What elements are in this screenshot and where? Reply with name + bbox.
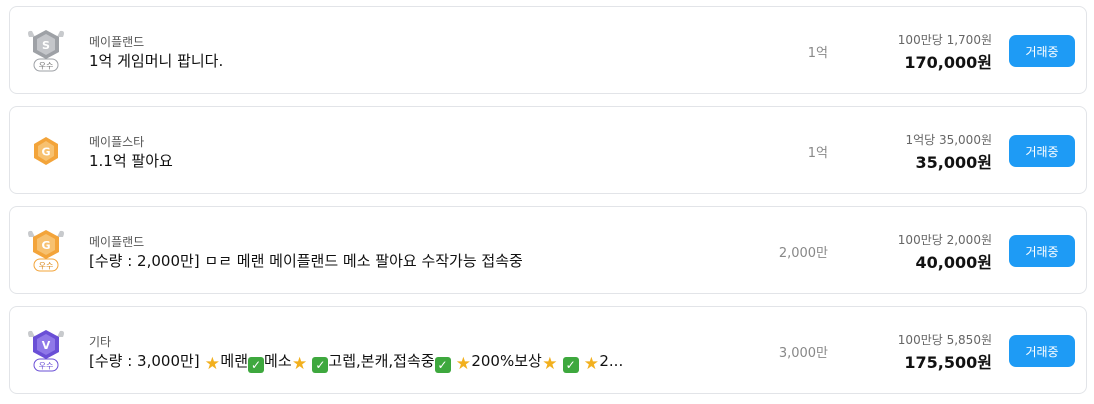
listing-category: 기타 [89,335,112,349]
listing-unit-price: 100만당 2,000원 [897,233,992,247]
listing-quantity: 1억 [807,146,828,161]
listing-title[interactable]: 1.1억 팔아요 [89,150,173,171]
trade-status-button[interactable]: 거래중 [1009,335,1075,367]
svg-text:우수: 우수 [39,62,54,71]
check-mark-emoji-icon: ✓ [248,357,265,373]
listing-category: 메이플스타 [89,135,145,149]
trade-status-button[interactable]: 거래중 [1009,135,1075,167]
grade-badge-gold-icon: G [26,127,66,173]
listing-category: 메이플랜드 [89,35,145,49]
title-text: 200%보상 [471,352,542,370]
grade-badge-silver-icon: S 우수 [26,27,66,73]
listing-price: 170,000원 [904,53,992,72]
listing-list: S 우수 메이플랜드 1억 게임머니 팝니다. 1억 100만당 1,700원 … [0,0,1094,404]
listing-quantity: 1억 [807,46,828,61]
svg-text:G: G [41,239,50,252]
svg-text:V: V [42,339,51,352]
listing-quantity: 3,000만 [778,346,828,361]
star-emoji-icon: ★ [542,354,558,373]
trade-status-button[interactable]: 거래중 [1009,235,1075,267]
listing-unit-price: 100만당 1,700원 [897,33,992,47]
star-emoji-icon: ★ [455,354,471,373]
listing-price: 175,500원 [904,353,992,372]
listing-card[interactable]: S 우수 메이플랜드 1억 게임머니 팝니다. 1억 100만당 1,700원 … [9,6,1087,94]
svg-text:우수: 우수 [39,362,54,371]
star-emoji-icon: ★ [204,354,221,373]
listing-unit-price: 100만당 5,850원 [897,333,992,347]
listing-title[interactable]: [수량 : 3,000만] ★메랜 ✓ 메소★ ✓ 고렙,본캐,접속중 ✓ ★200%보… [89,350,623,373]
listing-price: 35,000원 [915,153,992,172]
listing-quantity: 2,000만 [778,246,828,261]
svg-text:우수: 우수 [39,262,54,271]
check-mark-emoji-icon: ✓ [434,357,451,373]
check-mark-emoji-icon: ✓ [312,357,329,373]
star-emoji-icon: ★ [583,354,599,373]
listing-card[interactable]: G 우수 메이플랜드 [수량 : 2,000만] ㅁㄹ 메랜 메이플랜드 메소 … [9,206,1087,294]
listing-card[interactable]: V 우수 기타 [수량 : 3,000만] ★메랜 ✓ 메소★ ✓ 고렙,본캐,접속중… [9,306,1087,394]
title-text: 고렙,본캐,접속중 [328,352,435,370]
title-text: 메소 [264,352,292,370]
trade-status-button[interactable]: 거래중 [1009,35,1075,67]
title-text: 2... [599,352,624,370]
title-text: 메랜 [220,352,249,370]
listing-title[interactable]: [수량 : 2,000만] ㅁㄹ 메랜 메이플랜드 메소 팔아요 수작가능 접속… [89,250,523,271]
listing-card[interactable]: G 메이플스타 1.1억 팔아요 1억 1억당 35,000원 35,000원 … [9,106,1087,194]
grade-badge-gold-icon: G 우수 [26,227,66,273]
listing-title[interactable]: 1억 게임머니 팝니다. [89,50,223,71]
listing-unit-price: 1억당 35,000원 [905,133,992,147]
svg-text:S: S [42,39,50,52]
star-emoji-icon: ★ [292,354,308,373]
svg-text:G: G [41,146,50,159]
grade-badge-vip-icon: V 우수 [26,327,66,373]
title-text: [수량 : 3,000만] [89,352,205,370]
listing-price: 40,000원 [915,253,992,272]
check-mark-emoji-icon: ✓ [562,357,579,373]
listing-category: 메이플랜드 [89,235,145,249]
